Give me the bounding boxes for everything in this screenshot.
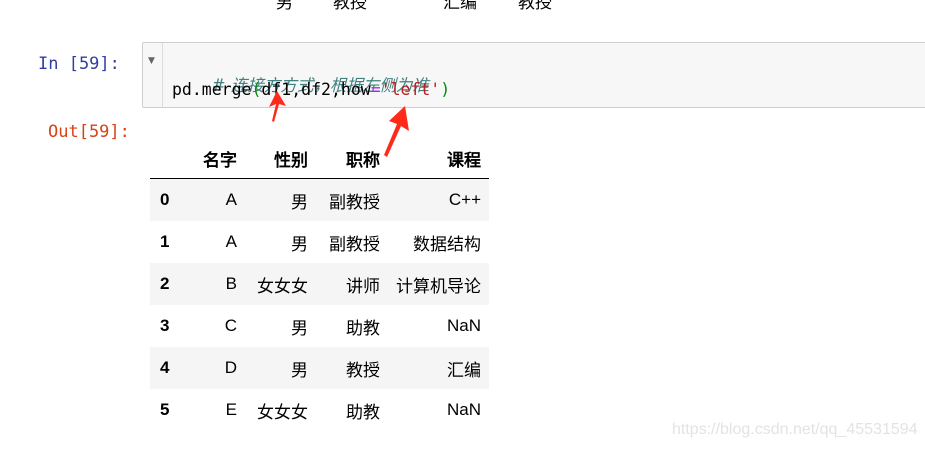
table-cell: 男 xyxy=(291,192,308,212)
prev-cell: 教授 xyxy=(518,0,552,13)
column-header: 课程 xyxy=(388,139,489,179)
table-cell: 助教 xyxy=(346,318,380,338)
fold-gutter[interactable]: ▼ xyxy=(143,43,163,107)
row-index: 2 xyxy=(160,274,170,293)
input-prompt: In [59]: xyxy=(38,54,120,74)
table-cell: A xyxy=(225,190,237,209)
table-cell: 教授 xyxy=(346,360,380,380)
table-cell: NaN xyxy=(446,400,481,419)
triangle-down-icon[interactable]: ▼ xyxy=(148,56,155,66)
table-cell: B xyxy=(225,274,237,293)
table-cell: 汇编 xyxy=(447,360,481,380)
table-row: 2 B 女女女 讲师 计算机导论 xyxy=(150,263,489,305)
table-cell: 副教授 xyxy=(329,192,380,212)
table-cell: D xyxy=(224,358,237,377)
table-cell: 计算机导论 xyxy=(396,276,481,296)
prev-cell: 男 xyxy=(276,0,293,13)
table-cell: 男 xyxy=(291,234,308,254)
dataframe-table: 名字 性别 职称 课程 0 A 男 副教授 C++ 1 A 男 副教授 数据结构… xyxy=(150,139,489,431)
table-row: 1 A 男 副教授 数据结构 xyxy=(150,221,489,263)
watermark-text: https://blog.csdn.net/qq_45531594 xyxy=(672,421,918,438)
prev-cell: 汇编 xyxy=(443,0,477,13)
column-header: 职称 xyxy=(316,139,388,179)
table-cell: 助教 xyxy=(346,402,380,422)
row-index: 4 xyxy=(160,358,170,377)
table-row: 4 D 男 教授 汇编 xyxy=(150,347,489,389)
column-header: 名字 xyxy=(188,139,245,179)
table-cell: 男 xyxy=(291,360,308,380)
table-header-row: 名字 性别 职称 课程 xyxy=(150,139,489,179)
table-row: 3 C 男 助教 NaN xyxy=(150,305,489,347)
table-cell: C xyxy=(224,316,237,335)
output-prompt: Out[59]: xyxy=(48,122,130,142)
table-cell: 数据结构 xyxy=(413,234,481,254)
table-cell: A xyxy=(225,232,237,251)
table-cell: 副教授 xyxy=(329,234,380,254)
table-cell: 女女女 xyxy=(257,402,308,422)
prev-cell: 教授 xyxy=(333,0,367,13)
code-line-merge-call: pd.merge(df1,df2,how='left') xyxy=(172,79,450,101)
code-input-area[interactable]: ▼ # 连接方方式，根据左侧为准 pd.merge(df1,df2,how='l… xyxy=(142,42,925,108)
table-cell: 男 xyxy=(291,318,308,338)
index-header xyxy=(150,139,188,179)
column-header: 性别 xyxy=(245,139,316,179)
table-cell: NaN xyxy=(446,316,481,335)
table-cell: 讲师 xyxy=(346,276,380,296)
table-row: 0 A 男 副教授 C++ xyxy=(150,178,489,221)
row-index: 3 xyxy=(160,316,170,335)
code-close-paren: ) xyxy=(440,80,451,99)
code-string-arg: 'left' xyxy=(380,80,441,99)
previous-output-row: 男 教授 汇编 教授 xyxy=(0,0,925,13)
row-index: 5 xyxy=(160,400,170,419)
code-function-call: pd.merge xyxy=(172,80,252,99)
red-arrow-icon xyxy=(269,91,286,122)
table-cell: E xyxy=(225,400,237,419)
table-cell: 女女女 xyxy=(257,276,308,296)
row-index: 0 xyxy=(160,190,170,209)
table-row: 5 E 女女女 助教 NaN xyxy=(150,389,489,431)
table-cell: C++ xyxy=(448,190,481,209)
row-index: 1 xyxy=(160,232,170,251)
code-open-paren: ( xyxy=(251,80,262,99)
code-equals: = xyxy=(370,80,381,99)
